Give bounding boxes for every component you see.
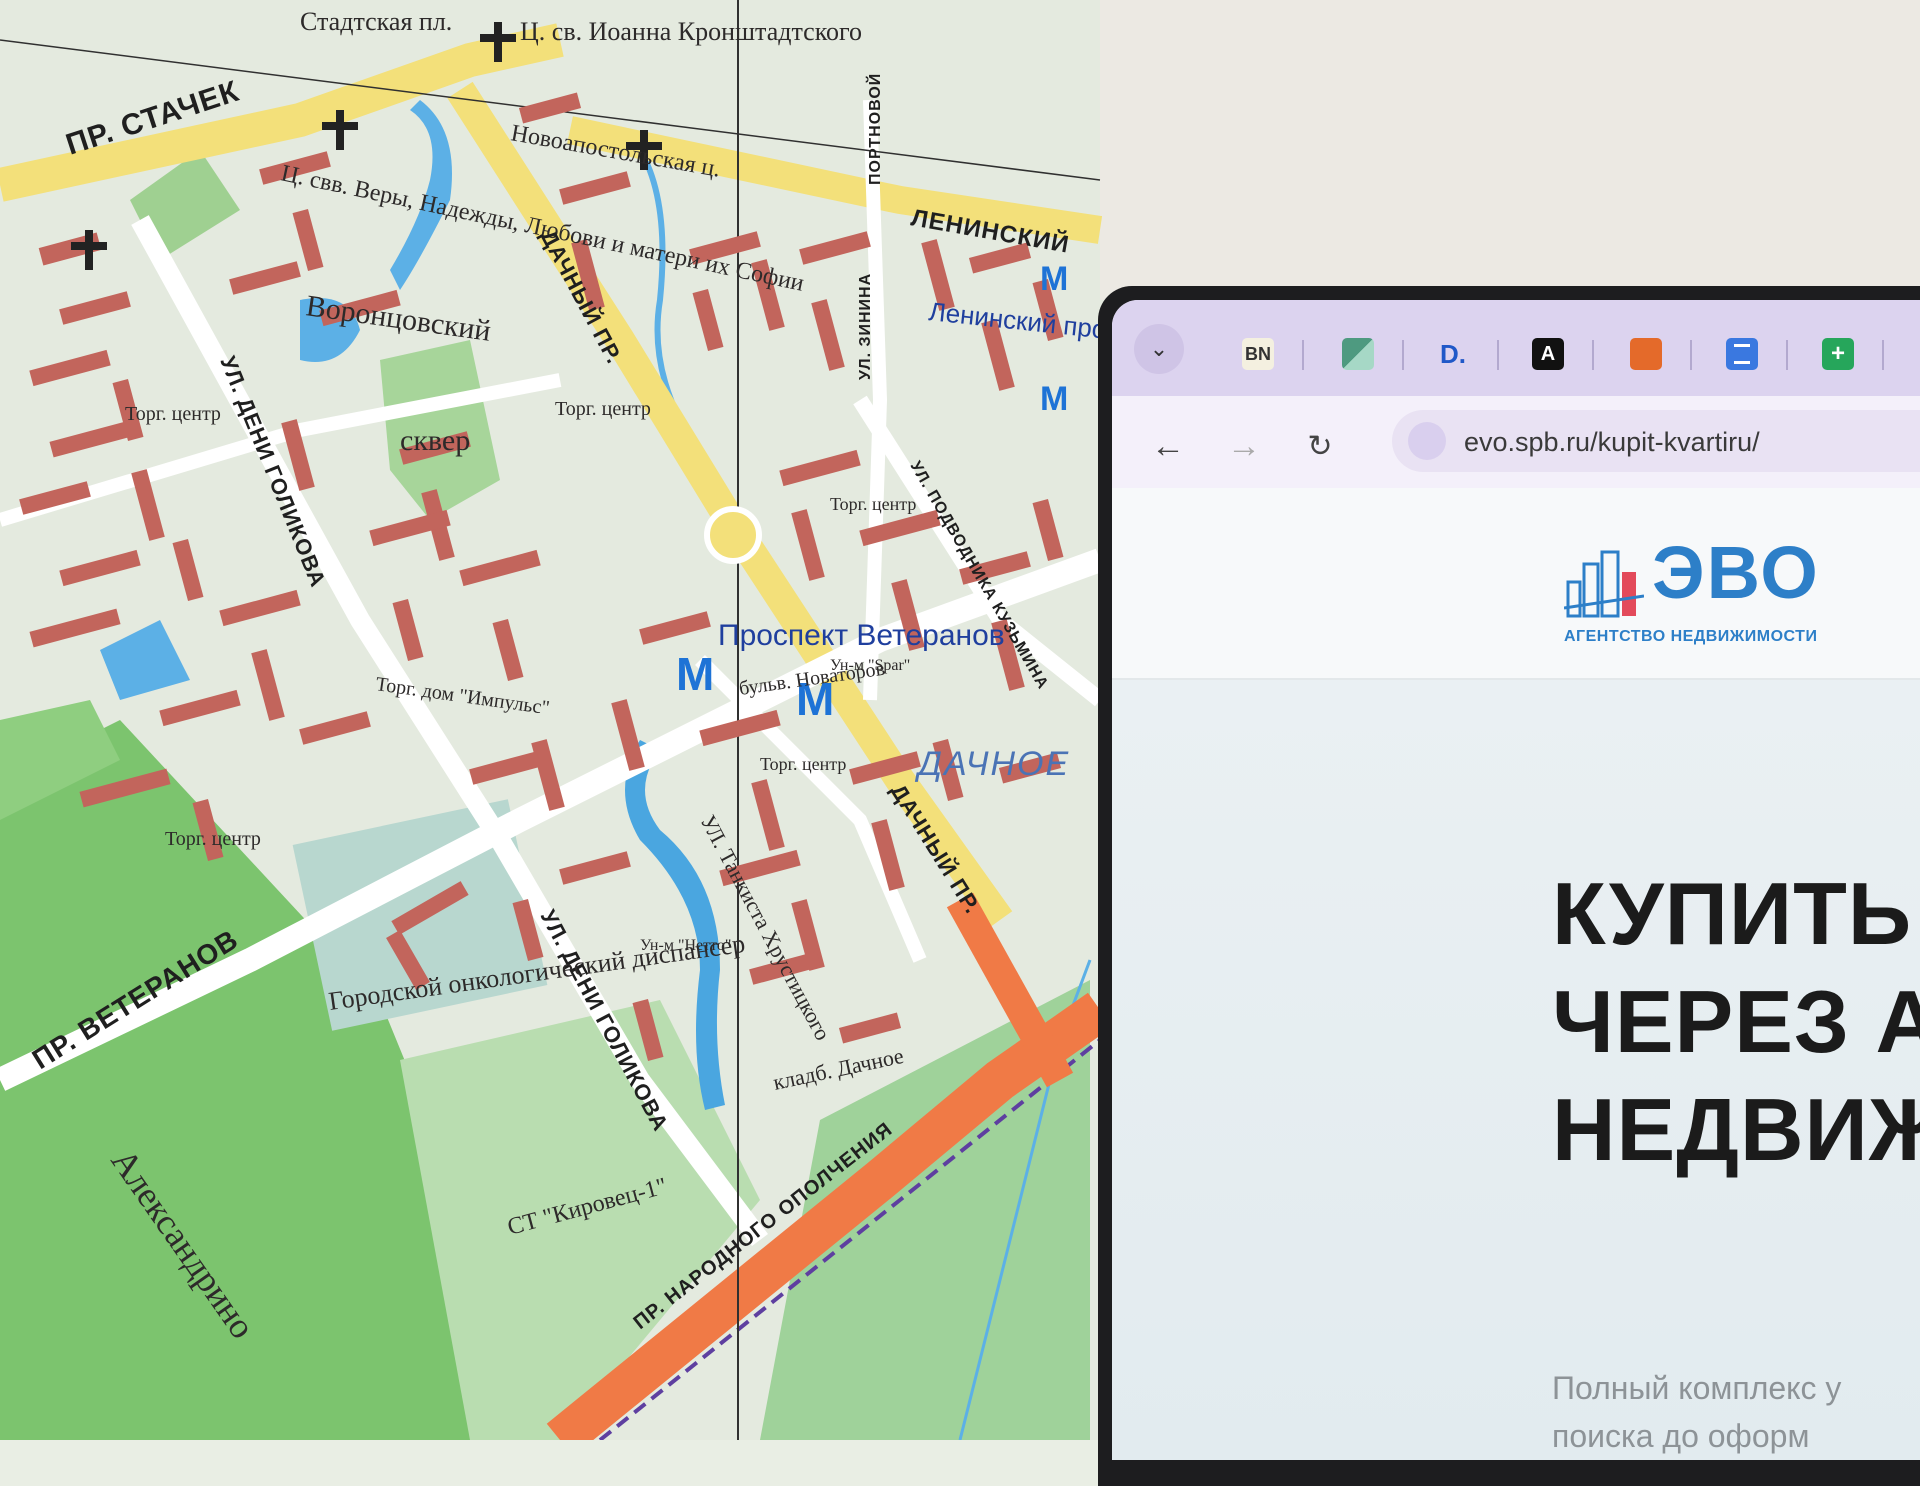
tab-sheets[interactable]: + [1822,338,1854,370]
tab-a[interactable]: A [1532,338,1564,370]
sheets-favicon-icon: + [1830,340,1845,367]
map-label-veteranov-metro: Проспект Ветеранов [718,619,1005,652]
chevron-down-icon: ⌄ [1149,336,1169,361]
tab-separator [1786,340,1788,370]
map-label-zinina: УЛ. ЗИНИНА [857,273,874,380]
bn-favicon-icon: BN [1245,343,1271,364]
map-label-torg-center-3: Торг. центр [165,828,261,850]
forward-button[interactable]: → [1222,424,1266,468]
tab-separator [1690,340,1692,370]
site-info-icon[interactable] [1408,422,1446,460]
url-text: evo.spb.ru/kupit-kvartiru/ [1464,427,1760,457]
buildings-logo-icon [1564,550,1644,618]
map-label-un-spar: Ун-м "Spar" [830,657,910,674]
reload-icon: ↻ [1307,429,1333,463]
back-button[interactable]: ← [1146,424,1190,468]
map-label-square: Стадтская пл. [300,7,452,36]
tab-separator [1592,340,1594,370]
tab-separator [1302,340,1304,370]
a-favicon-icon: A [1540,342,1556,365]
svg-text:M: M [1040,260,1068,298]
svg-text:M: M [1040,380,1068,418]
hero-subtitle-line-2: поиска до оформ [1552,1418,1810,1454]
map-label-torg-center-1: Торг. центр [125,403,221,425]
map-label-dachnoe: ДАЧНОЕ [914,745,1070,783]
reload-button[interactable]: ↻ [1298,424,1342,468]
d-favicon-icon: D. [1440,338,1466,369]
hero-subtitle-line-1: Полный комплекс у [1552,1370,1842,1406]
tab-separator [1882,340,1884,370]
arrow-left-icon: ← [1151,426,1185,465]
hero-title-line-3: НЕДВИЖ [1552,1080,1920,1179]
map-label-torg-center-2: Торг. центр [555,398,651,420]
map-label-torg-center-4: Торг. центр [760,754,846,774]
map-label-skver: сквер [400,424,470,457]
tab-separator [1402,340,1404,370]
arrow-right-icon: → [1227,426,1261,465]
tab-bn[interactable]: BN [1242,338,1274,370]
map-label-un-netto: Ун-м "Нетто" [640,937,731,954]
map-label-portovaya: ПОРТНОВОЙ [865,73,884,185]
tab-green[interactable] [1342,338,1374,370]
map-label-church-ioann: Ц. св. Иоанна Кронштадтского [520,17,862,46]
tab-orange[interactable] [1630,338,1662,370]
hero-title-line-1: КУПИТЬ К [1552,864,1920,963]
tab-d[interactable]: D. [1437,338,1469,370]
hero-section: КУПИТЬ К ЧЕРЕЗ АГ НЕДВИЖ Полный комплекс… [1112,680,1920,1460]
logo-tagline: АГЕНТСТВО НЕДВИЖИМОСТИ [1564,628,1818,645]
svg-text:M: M [676,648,714,700]
logo-wordmark[interactable]: ЭВО [1652,536,1820,610]
address-bar[interactable]: evo.spb.ru/kupit-kvartiru/ [1392,410,1920,472]
hero-title-line-2: ЧЕРЕЗ АГ [1552,972,1920,1071]
browser-tab-strip: ⌄ BN D. A + [1112,300,1920,396]
tab-search-button[interactable]: ⌄ [1134,324,1184,374]
docs-favicon-icon [1734,344,1750,364]
tab-docs[interactable] [1726,338,1758,370]
laptop-screen: ⌄ BN D. A + ← → ↻ evo.spb.ru/kupit-kvart… [1112,300,1920,1460]
tab-separator [1497,340,1499,370]
map-label-torg-center-5: Торг. центр [830,494,916,514]
browser-toolbar: ← → ↻ evo.spb.ru/kupit-kvartiru/ [1112,396,1920,488]
site-header: ЭВО АГЕНТСТВО НЕДВИЖИМОСТИ [1112,488,1920,680]
